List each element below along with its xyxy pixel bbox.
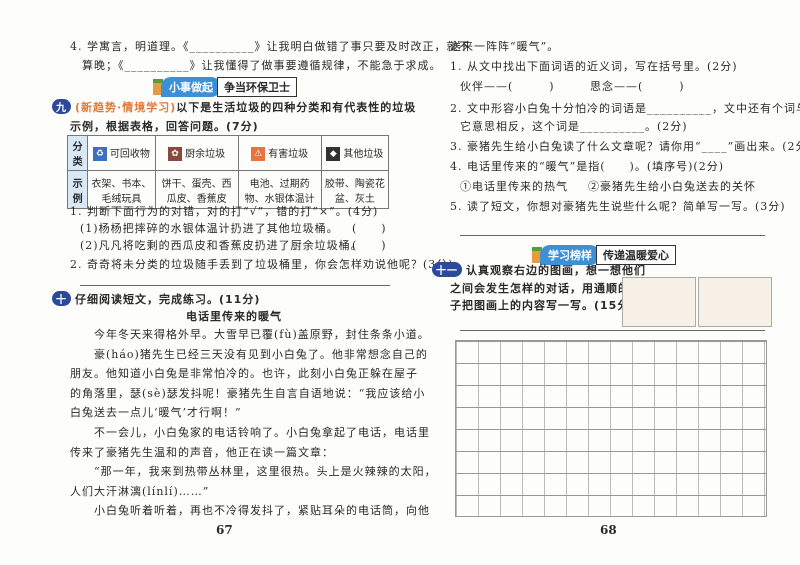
section-badge-eco: 小事做起 争当环保卫士: [153, 77, 297, 97]
question-2-line2: 它意思相反，这个词是__________。(2分): [460, 120, 688, 133]
story-line: “那一年，我来到热带丛林里，这里很热。头上是火辣辣的太阳，: [70, 465, 437, 479]
section-10-heading: 十仔细阅读短文，完成练习。(11分): [52, 291, 260, 307]
section-11-heading: 十一 认真观察右边的图画，想一想他们: [432, 262, 646, 278]
option-1[interactable]: ①电话里传来的热气: [460, 178, 568, 194]
page-number-right: 68: [600, 523, 617, 537]
answer-line[interactable]: [460, 235, 765, 236]
question-2-line1: 2. 文中形容小白兔十分怕冷的词语是__________，文中还有个词与: [450, 102, 800, 115]
badge-right: 争当环保卫士: [217, 77, 297, 97]
answer-paren[interactable]: ( ): [352, 237, 387, 253]
answer-paren[interactable]: ( ): [352, 220, 387, 236]
story-line: 传来了豪猪先生温和的声音，他正在读一篇文章：: [70, 445, 334, 459]
story-line: 不一会儿，小白兔家的电话铃响了。小白兔拿起了电话，电话里: [70, 426, 430, 439]
story-line: 的角落里，瑟(sè)瑟发抖呢！豪猪先生自言自语地说：“我应该给小: [70, 386, 426, 400]
story-line: 小白兔听着听着，再也不冷得发抖了，紧贴耳朵的电话筒，向他: [70, 504, 430, 518]
illustration-children-cart: [622, 277, 696, 327]
row-label: 分类: [66, 135, 89, 171]
question-1-b[interactable]: 思念——( ): [590, 78, 685, 94]
question-3: 3. 豪猪先生给小白兔读了什么文章呢？请你用“____”画出来。(2分): [450, 140, 800, 153]
section-tag: (新趋势·情境学习): [75, 101, 177, 114]
section-number: 九: [52, 99, 71, 114]
writing-grid[interactable]: [455, 340, 767, 517]
story-continuation: 送来一阵阵“暖气”。: [450, 40, 560, 53]
question-1: 1. 判断下面行为的对错，对的打“√”，错的打“×”。(4分): [70, 205, 379, 218]
section-11-line3: 子把图画上的内容写一写。(15分): [450, 299, 636, 312]
recycle-icon: ♻: [92, 147, 107, 162]
question-1-a[interactable]: 伙伴——( ): [460, 78, 555, 94]
worksheet-spread: 4. 学寓言，明道理。《__________》让我明白做错了事只要及时改正，就不…: [0, 0, 800, 565]
option-2[interactable]: ②豪猪先生给小白兔送去的关怀: [588, 178, 756, 194]
hazard-icon: ⚠: [251, 147, 266, 162]
category-cell: ✿ 厨余垃圾: [154, 135, 239, 171]
story-line: 豪(háo)猪先生已经三天没有见到小白兔了。他非常想念自己的: [70, 347, 428, 361]
section-number: 十: [52, 291, 71, 306]
question-1-item-2: (2)凡凡将吃剩的西瓜皮和香蕉皮扔进了厨余垃圾桶。: [80, 239, 363, 252]
question-2: 2. 奇奇将未分类的垃圾随手丢到了垃圾桶里，你会怎样劝说他呢？(3分): [70, 258, 454, 271]
illustration-children-mother: [698, 277, 772, 327]
section-text: 以下是生活垃圾的四种分类和有代表性的垃圾: [176, 101, 417, 114]
section-11-line2: 之间会发生怎样的对话，用通顺的句: [450, 282, 642, 295]
answer-line[interactable]: [80, 285, 390, 286]
question-5: 5. 读了短文，你想对豪猪先生说些什么呢？简单写一写。(3分): [450, 200, 786, 213]
section-number: 十一: [432, 262, 462, 277]
story-line: 白兔送去一点儿‘暖气’才行啊！”: [70, 406, 242, 420]
divider: [460, 330, 765, 331]
q4-line2: 算晚；《__________》让我懂得了做事要遵循规律，不能急于求成。: [82, 59, 442, 72]
section-9-line2: 示例，根据表格，回答问题。(7分): [70, 120, 259, 133]
story-title: 电话里传来的暖气: [186, 310, 282, 323]
story-line: 人们大汗淋漓(línlí)……”: [70, 484, 210, 498]
section-9-heading: 九 (新趋势·情境学习)以下是生活垃圾的四种分类和有代表性的垃圾: [52, 99, 416, 115]
food-waste-icon: ✿: [168, 147, 183, 162]
category-cell: ♻ 可回收物: [87, 135, 156, 171]
q4-line1: 4. 学寓言，明道理。《__________》让我明白做错了事只要及时改正，就不: [70, 40, 471, 53]
story-line: 朋友。他知道小白兔是非常怕冷的。也许，此刻小白兔正躲在屋子: [70, 367, 418, 381]
category-cell: ⚠ 有害垃圾: [237, 135, 322, 171]
story-line: 今年冬天来得格外早。大雪早已覆(fù)盖原野，封住条条小道。: [70, 328, 430, 341]
page-number-left: 67: [216, 523, 233, 537]
garbage-table: 分类 ♻ 可回收物 ✿ 厨余垃圾 ⚠ 有害垃圾 ◆ 其他垃圾 示例 衣架、书本、毛绒玩具…: [66, 135, 390, 209]
category-cell: ◆ 其他垃圾: [320, 135, 390, 171]
question-1: 1. 从文中找出下面词语的近义词，写在括号里。(2分): [450, 60, 738, 73]
badge-left: 小事做起: [161, 77, 221, 97]
other-waste-icon: ◆: [326, 147, 341, 162]
question-4: 4. 电话里传来的“暖气”是指( )。(填序号)(2分): [450, 160, 724, 173]
question-1-item-1: (1)杨杨把摔碎的水银体温计扔进了其他垃圾桶。: [80, 222, 339, 235]
